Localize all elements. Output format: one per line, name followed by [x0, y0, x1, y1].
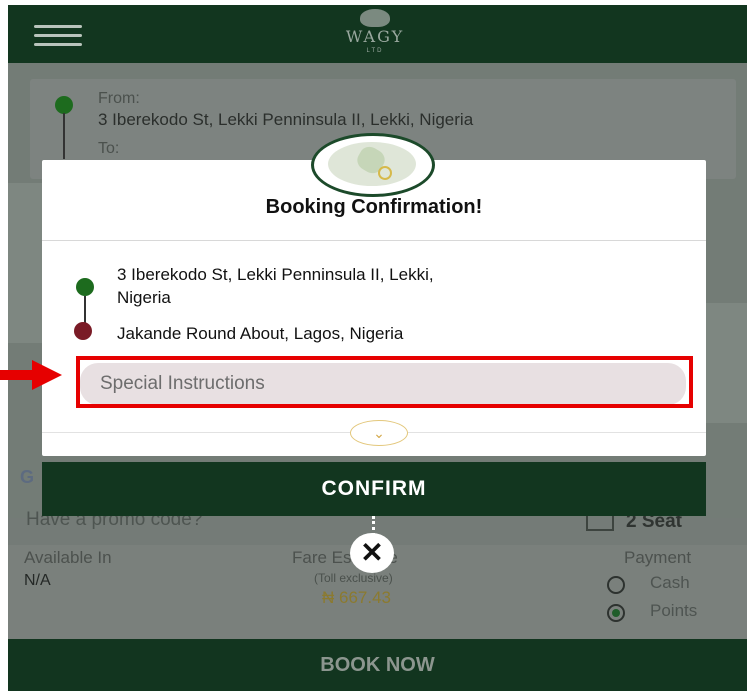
close-icon[interactable]: ✕ [350, 533, 394, 573]
payment-points-radio[interactable] [607, 604, 625, 622]
pickup-marker-icon [55, 96, 73, 114]
seat-icon [586, 515, 614, 531]
toll-note: (Toll exclusive) [314, 571, 393, 585]
map-thumbnail-icon [328, 142, 416, 186]
to-label: To: [98, 140, 120, 157]
chevron-down-icon[interactable]: ⌄ [350, 420, 408, 446]
payment-points-label: Points [650, 601, 698, 620]
hamburger-menu-icon[interactable] [34, 25, 82, 47]
dialog-title: Booking Confirmation! [265, 196, 483, 218]
logo-text: WAGY [345, 27, 405, 46]
confirm-button[interactable]: CONFIRM [42, 462, 706, 516]
map-thumbnail-badge [311, 133, 435, 197]
pickup-marker-icon [76, 278, 94, 296]
google-logo: G [20, 467, 35, 487]
highlight-box [76, 356, 693, 408]
top-bar: WAGY LTD [8, 5, 747, 63]
from-address[interactable]: 3 Iberekodo St, Lekki Penninsula II, Lek… [98, 110, 473, 130]
annotation-arrow [0, 370, 34, 380]
divider [42, 240, 706, 241]
available-in-value: N/A [24, 572, 51, 589]
route-line [63, 113, 65, 159]
logo-emblem-icon [360, 9, 390, 27]
dropoff-marker-icon [74, 322, 92, 340]
logo-subtext: LTD [366, 48, 384, 54]
available-in-label: Available In [24, 548, 112, 567]
annotation-arrow-head [32, 360, 62, 390]
route-line [84, 296, 86, 324]
book-now-button[interactable]: BOOK NOW [8, 639, 747, 691]
pickup-address-cont: Nigeria [117, 288, 171, 307]
pickup-address: 3 Iberekodo St, Lekki Penninsula II, Lek… [117, 265, 434, 284]
payment-label: Payment [624, 548, 692, 567]
from-label: From: [98, 90, 140, 107]
payment-cash-label: Cash [650, 573, 690, 592]
fare-estimate-value: ₦ 667.43 [322, 588, 391, 607]
dropoff-address: Jakande Round About, Lagos, Nigeria [117, 324, 404, 343]
payment-cash-radio[interactable] [607, 576, 625, 594]
app-logo: WAGY LTD [330, 9, 420, 61]
